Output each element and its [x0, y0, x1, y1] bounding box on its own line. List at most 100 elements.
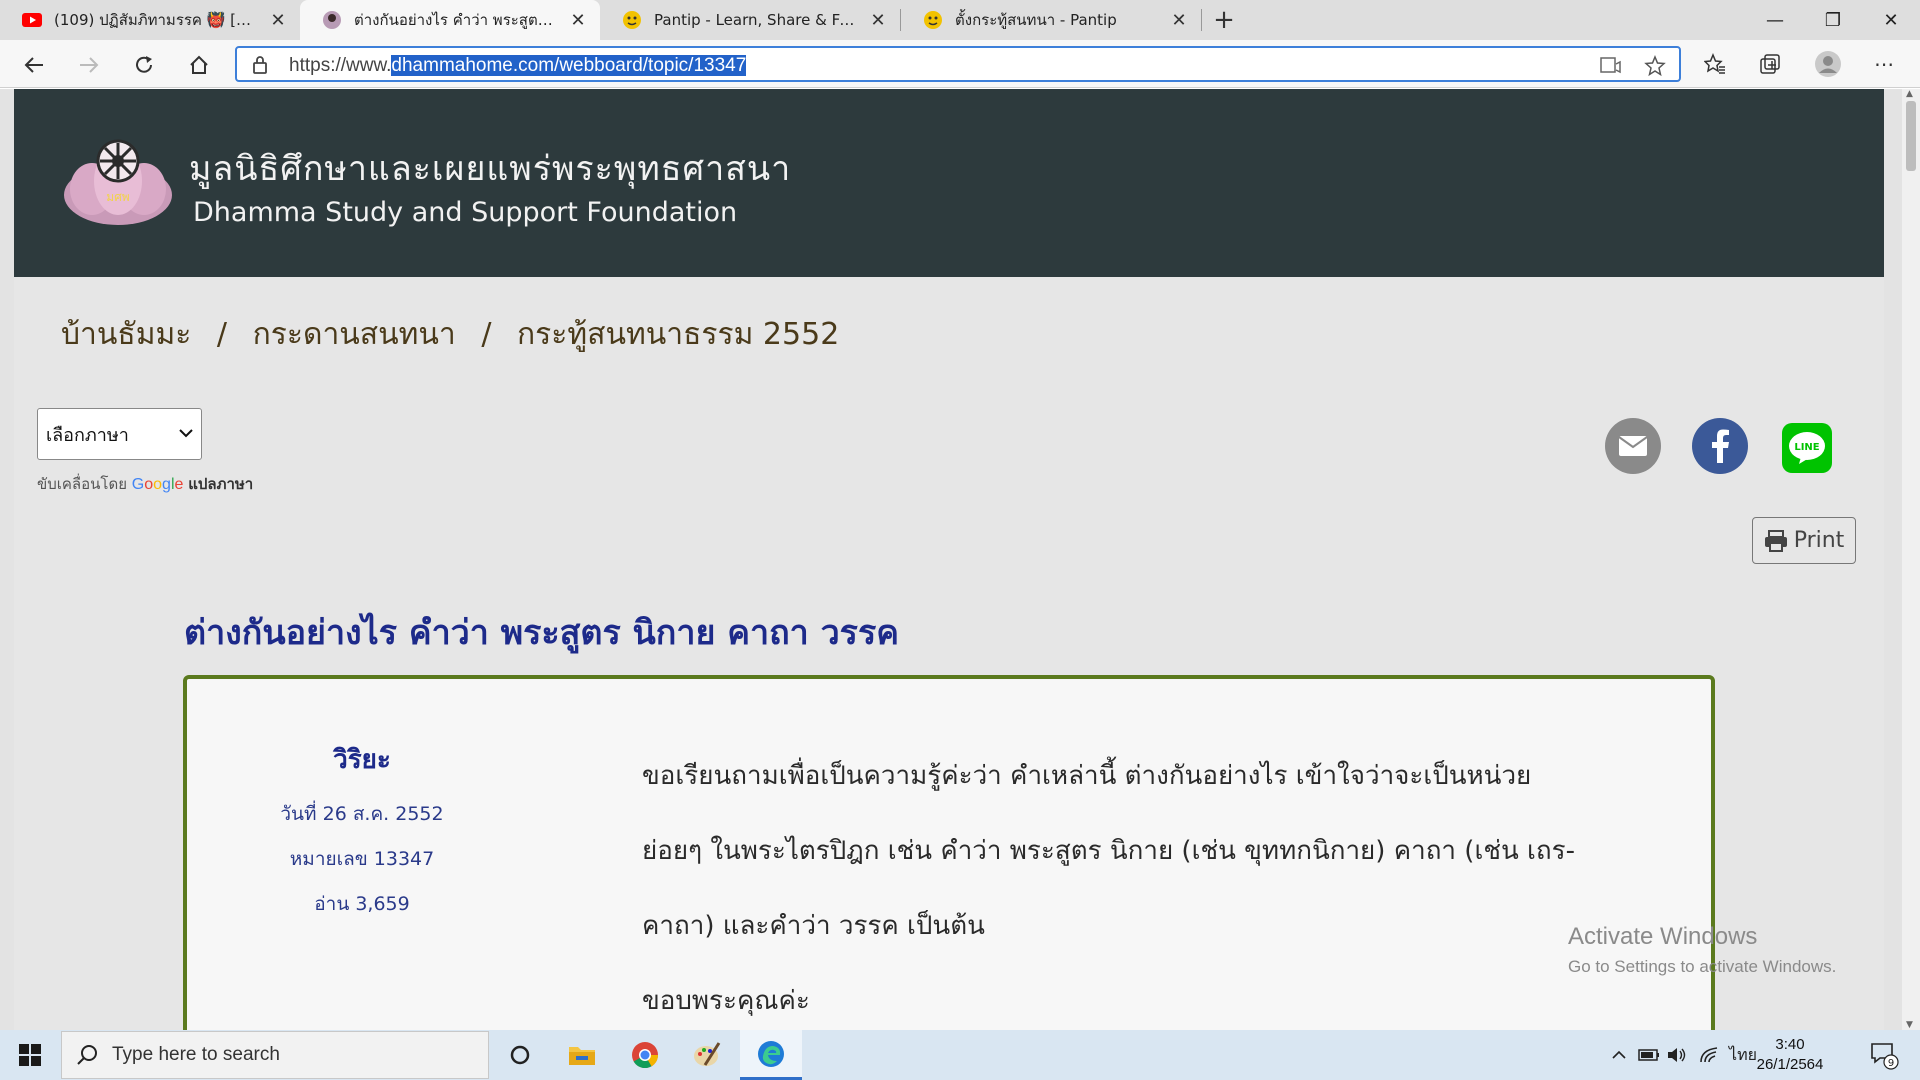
activate-windows-watermark: Activate Windows Go to Settings to activ… — [1568, 923, 1836, 977]
minimize-button[interactable]: — — [1746, 0, 1804, 40]
language-select-label: เลือกภาษา — [46, 424, 129, 446]
reload-button[interactable] — [127, 48, 161, 82]
favorites-button[interactable] — [1697, 46, 1733, 82]
scroll-down-icon[interactable]: ▼ — [1906, 1020, 1913, 1030]
scroll-up-icon[interactable]: ▲ — [1906, 89, 1913, 99]
edge-button[interactable] — [740, 1030, 802, 1080]
tab-pantip-home[interactable]: Pantip - Learn, Share & Fun ✕ — [600, 0, 900, 40]
chevron-down-icon — [179, 423, 193, 442]
battery-icon — [1638, 1049, 1659, 1061]
speaker-icon — [1668, 1048, 1686, 1062]
home-button[interactable] — [182, 48, 216, 82]
post-body-line: ย่อยๆ ในพระไตรปิฎก เช่น คำว่า พระสูตร นิ… — [642, 836, 1575, 866]
profile-button[interactable] — [1810, 46, 1846, 82]
battery-button[interactable] — [1636, 1030, 1662, 1080]
foundation-logo[interactable]: มศพ — [62, 129, 174, 231]
line-icon: LINE — [1789, 432, 1825, 464]
share-email-button[interactable] — [1605, 418, 1661, 474]
clock-time: 3:40 — [1775, 1036, 1805, 1053]
tab-youtube[interactable]: (109) ปฏิสัมภิทามรรค 👹 [พระธรรมเทศนา ✕ — [0, 0, 300, 40]
breadcrumb-home-link[interactable]: บ้านธัมมะ — [61, 317, 191, 352]
google-translate-attribution: ขับเคลื่อนโดย Google แปลภาษา — [37, 472, 253, 496]
post-author-info: วิริยะ วันที่ 26 ส.ค. 2552 หมายเลข 13347… — [187, 739, 537, 927]
more-icon: ⋯ — [1874, 52, 1894, 76]
forward-arrow-icon — [80, 57, 99, 73]
cortana-button[interactable] — [490, 1030, 550, 1080]
restore-button[interactable]: ❐ — [1804, 0, 1862, 40]
page-scrollbar[interactable]: ▲ ▼ — [1902, 89, 1920, 1030]
paint-button[interactable] — [677, 1030, 737, 1080]
immersive-reader-icon[interactable] — [1599, 54, 1623, 78]
browser-toolbar: https://www.dhammahome.com/webboard/topi… — [0, 40, 1920, 88]
post-container: วิริยะ วันที่ 26 ส.ค. 2552 หมายเลข 13347… — [183, 675, 1715, 1030]
close-tab-icon[interactable]: ✕ — [568, 10, 588, 31]
pantip-icon — [622, 10, 642, 30]
breadcrumb-category-link[interactable]: กระทู้สนทนาธรรม 2552 — [517, 317, 839, 352]
windows-taskbar: Type here to search ไทย 3:40 26/1/2564 9 — [0, 1030, 1920, 1080]
add-favorite-icon[interactable] — [1643, 54, 1667, 78]
action-center-button[interactable]: 9 — [1864, 1030, 1904, 1080]
translate-link[interactable]: แปลภาษา — [188, 475, 253, 493]
wifi-icon — [1700, 1047, 1718, 1063]
post-body-line: คาถา) และคำว่า วรรค เป็นต้น — [642, 911, 985, 941]
tab-pantip-new-topic[interactable]: ตั้งกระทู้สนทนา - Pantip ✕ — [901, 0, 1201, 40]
print-label: Print — [1793, 528, 1845, 553]
share-facebook-button[interactable] — [1692, 418, 1748, 474]
home-icon — [190, 55, 208, 74]
taskbar-search-box[interactable]: Type here to search — [61, 1031, 489, 1079]
url-prefix: https://www. — [289, 55, 392, 76]
cortana-icon — [510, 1045, 530, 1065]
avatar-icon — [1815, 51, 1841, 77]
collections-icon — [1760, 54, 1780, 74]
show-hidden-icons-button[interactable] — [1606, 1030, 1632, 1080]
facebook-icon — [1712, 429, 1729, 463]
close-window-button[interactable]: ✕ — [1862, 0, 1920, 40]
network-button[interactable] — [1696, 1030, 1722, 1080]
language-select[interactable]: เลือกภาษา — [37, 408, 202, 460]
back-button[interactable] — [17, 48, 51, 82]
edge-icon — [758, 1040, 784, 1067]
folder-icon — [569, 1047, 595, 1065]
breadcrumb-webboard-link[interactable]: กระดานสนทนา — [253, 317, 456, 352]
notification-count: 9 — [1888, 1058, 1894, 1069]
close-tab-icon[interactable]: ✕ — [268, 10, 288, 31]
post-body-line: ขอเรียนถามเพื่อเป็นความรู้ค่ะว่า คำเหล่า… — [642, 761, 1532, 791]
url-text[interactable]: https://www.dhammahome.com/webboard/topi… — [289, 55, 747, 77]
youtube-icon — [22, 10, 42, 30]
post-read-count: อ่าน 3,659 — [314, 893, 410, 915]
chevron-up-icon — [1612, 1050, 1626, 1059]
tab-dhammahome[interactable]: ต่างกันอย่างไร คำว่า พระสูตร นิกาย คาถา … — [300, 0, 600, 40]
line-label: LINE — [1794, 442, 1819, 453]
google-logo[interactable]: Google — [132, 476, 184, 493]
lock-icon — [253, 56, 267, 74]
clock-date: 26/1/2564 — [1756, 1056, 1824, 1073]
share-line-button[interactable]: LINE — [1782, 423, 1832, 473]
post-body: ขอเรียนถามเพื่อเป็นความรู้ค่ะว่า คำเหล่า… — [642, 739, 1642, 1030]
pantip-icon — [923, 10, 943, 30]
close-tab-icon[interactable]: ✕ — [868, 10, 888, 31]
author-name[interactable]: วิริยะ — [187, 739, 537, 780]
print-button[interactable]: Print — [1752, 517, 1856, 564]
dhammahome-icon — [322, 10, 342, 30]
favorites-icon — [1704, 53, 1725, 74]
volume-button[interactable] — [1664, 1030, 1690, 1080]
collections-button[interactable] — [1752, 46, 1788, 82]
address-bar[interactable]: https://www.dhammahome.com/webboard/topi… — [235, 46, 1681, 82]
search-icon — [77, 1045, 97, 1065]
settings-menu-button[interactable]: ⋯ — [1866, 46, 1902, 82]
start-button[interactable] — [0, 1030, 60, 1080]
chrome-icon — [632, 1042, 659, 1069]
forward-button[interactable] — [72, 48, 106, 82]
close-tab-icon[interactable]: ✕ — [1169, 10, 1189, 31]
tab-title: Pantip - Learn, Share & Fun — [654, 11, 858, 29]
printer-icon — [1764, 529, 1787, 552]
notification-icon: 9 — [1871, 1043, 1899, 1070]
file-explorer-button[interactable] — [552, 1030, 612, 1080]
scrollbar-thumb[interactable] — [1906, 101, 1916, 171]
chrome-button[interactable] — [615, 1030, 675, 1080]
post-date: วันที่ 26 ส.ค. 2552 — [280, 803, 444, 825]
new-tab-button[interactable]: + — [1202, 0, 1246, 40]
taskbar-clock[interactable]: 3:40 26/1/2564 — [1740, 1035, 1840, 1075]
post-body-line: ขอบพระคุณค่ะ — [642, 986, 810, 1016]
tab-strip: (109) ปฏิสัมภิทามรรค 👹 [พระธรรมเทศนา ✕ ต… — [0, 0, 1920, 40]
